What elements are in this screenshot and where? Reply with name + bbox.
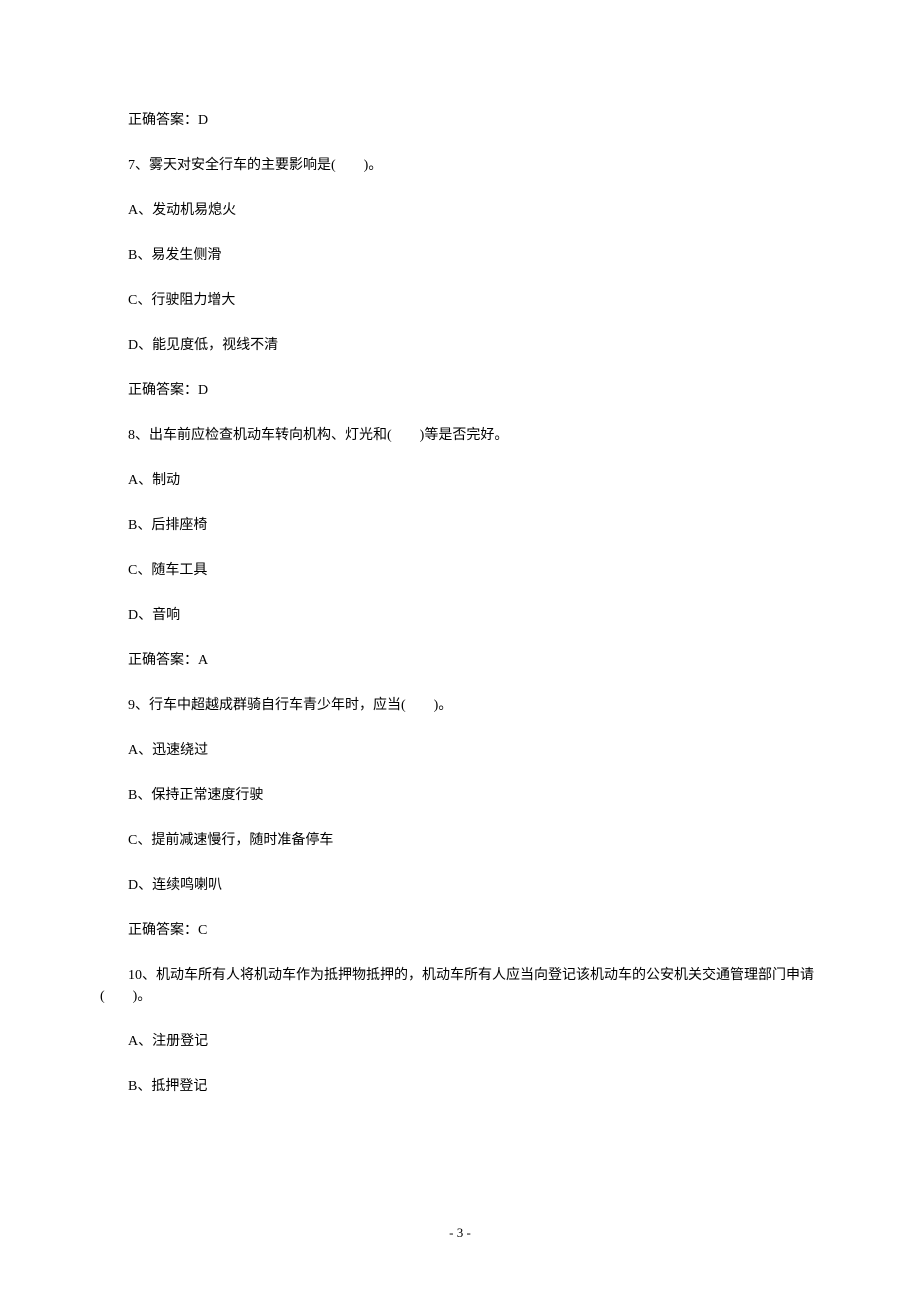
option-d: D、能见度低，视线不清 [100, 335, 820, 356]
question-text: 10、机动车所有人将机动车作为抵押物抵押的，机动车所有人应当向登记该机动车的公安… [100, 965, 820, 1007]
option-c: C、行驶阻力增大 [100, 290, 820, 311]
option-c: C、提前减速慢行，随时准备停车 [100, 830, 820, 851]
option-d: D、连续鸣喇叭 [100, 875, 820, 896]
page-number: - 3 - [0, 1223, 920, 1243]
question-text: 9、行车中超越成群骑自行车青少年时，应当( )。 [100, 695, 820, 716]
option-a: A、制动 [100, 470, 820, 491]
option-a: A、迅速绕过 [100, 740, 820, 761]
question-text: 8、出车前应检查机动车转向机构、灯光和( )等是否完好。 [100, 425, 820, 446]
option-d: D、音响 [100, 605, 820, 626]
question-text: 7、雾天对安全行车的主要影响是( )。 [100, 155, 820, 176]
option-b: B、易发生侧滑 [100, 245, 820, 266]
option-b: B、后排座椅 [100, 515, 820, 536]
answer-text: 正确答案：D [100, 110, 820, 131]
option-b: B、保持正常速度行驶 [100, 785, 820, 806]
option-a: A、注册登记 [100, 1031, 820, 1052]
option-a: A、发动机易熄火 [100, 200, 820, 221]
option-c: C、随车工具 [100, 560, 820, 581]
document-page: 正确答案：D 7、雾天对安全行车的主要影响是( )。 A、发动机易熄火 B、易发… [0, 0, 920, 1302]
answer-text: 正确答案：A [100, 650, 820, 671]
answer-text: 正确答案：D [100, 380, 820, 401]
option-b: B、抵押登记 [100, 1076, 820, 1097]
answer-text: 正确答案：C [100, 920, 820, 941]
